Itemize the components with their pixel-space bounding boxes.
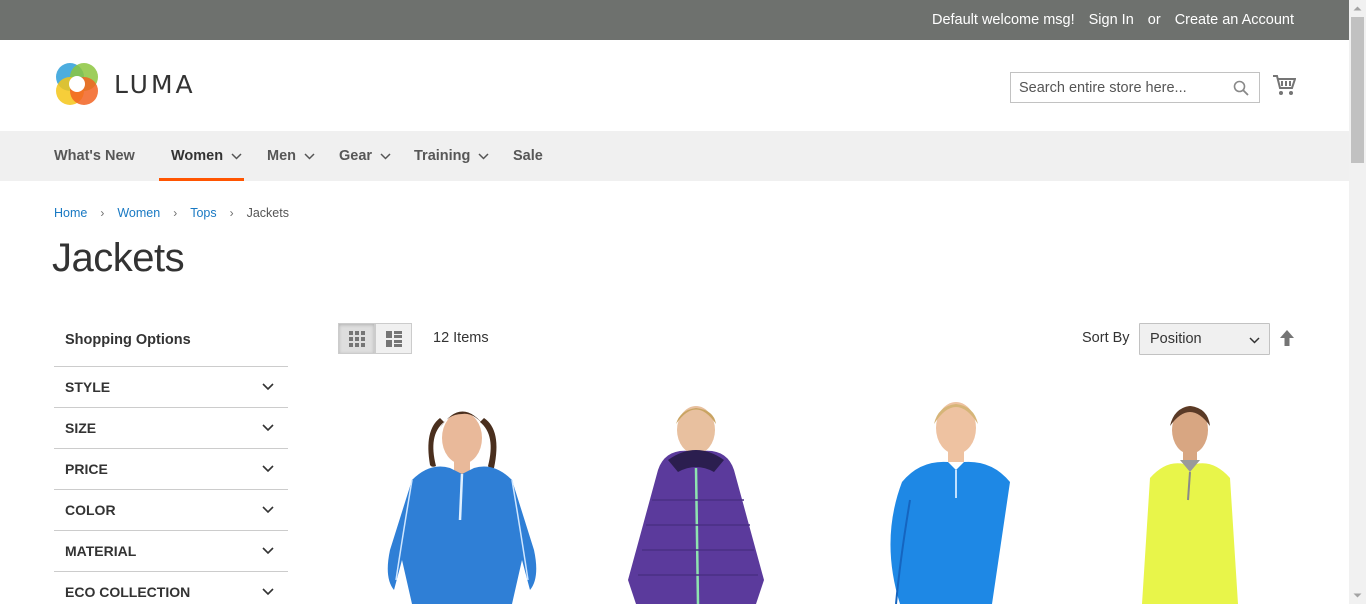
chevron-down-icon: [380, 152, 391, 160]
product-image: [840, 390, 1045, 604]
arrow-up-icon[interactable]: [1280, 330, 1294, 346]
top-bar: Default welcome msg! Sign In or Create a…: [0, 0, 1349, 40]
chevron-down-icon: [262, 424, 274, 432]
filter-label: COLOR: [65, 502, 116, 518]
breadcrumb-women[interactable]: Women: [117, 206, 160, 220]
nav-label: Gear: [339, 148, 373, 164]
nav-label: Training: [414, 148, 471, 164]
nav-item-women[interactable]: Women: [171, 131, 242, 181]
grid-icon: [348, 330, 365, 347]
item-count: 12 Items: [433, 330, 489, 346]
sort-by-label: Sort By: [1082, 330, 1130, 346]
page-title: Jackets: [52, 236, 185, 280]
chevron-down-icon: [231, 152, 242, 160]
cart-icon[interactable]: [1272, 74, 1296, 96]
chevron-down-icon: [262, 506, 274, 514]
chevron-down-icon: [262, 383, 274, 391]
chevron-right-icon: ›: [173, 206, 178, 220]
filter-size[interactable]: SIZE: [54, 407, 288, 448]
chevron-down-icon: [262, 547, 274, 555]
chevron-down-icon: [262, 588, 274, 596]
filter-material[interactable]: MATERIAL: [54, 530, 288, 571]
nav-item-training[interactable]: Training: [414, 131, 489, 181]
filter-label: SIZE: [65, 420, 97, 436]
filter-style[interactable]: STYLE: [54, 366, 288, 407]
products-toolbar: 12 Items Sort By Position: [338, 323, 1296, 355]
welcome-message: Default welcome msg!: [931, 12, 1075, 28]
scroll-down-arrow-icon[interactable]: [1349, 587, 1366, 604]
page-scrollbar[interactable]: [1349, 0, 1366, 604]
search-icon[interactable]: [1233, 80, 1249, 96]
product-item[interactable]: [352, 390, 557, 604]
product-image: [1084, 390, 1289, 604]
filter-color[interactable]: COLOR: [54, 489, 288, 530]
chevron-down-icon: [1249, 337, 1260, 344]
main-nav: What's New Women Men Gear Training Sale: [0, 131, 1349, 181]
filter-eco-collection[interactable]: ECO COLLECTION: [54, 571, 288, 604]
grid-view-button[interactable]: [338, 323, 375, 354]
sort-value: Position: [1150, 331, 1202, 347]
nav-item-gear[interactable]: Gear: [339, 131, 391, 181]
nav-label: Men: [267, 148, 296, 164]
list-icon: [385, 330, 402, 347]
or-text: or: [1147, 12, 1161, 28]
chevron-right-icon: ›: [100, 206, 105, 220]
product-item[interactable]: [596, 390, 801, 604]
breadcrumb: Home › Women › Tops › Jackets: [54, 206, 289, 220]
header: LUMA: [0, 40, 1349, 131]
product-image: [352, 390, 557, 604]
nav-item-sale[interactable]: Sale: [513, 131, 543, 181]
filter-label: ECO COLLECTION: [65, 584, 191, 600]
product-item[interactable]: [840, 390, 1045, 604]
nav-item-men[interactable]: Men: [267, 131, 315, 181]
active-nav-indicator: [159, 178, 244, 181]
search-box: [1010, 72, 1260, 103]
logo-text: LUMA: [114, 69, 196, 99]
nav-label: Women: [171, 148, 224, 164]
scroll-up-arrow-icon[interactable]: [1349, 0, 1366, 17]
filter-label: MATERIAL: [65, 543, 137, 559]
breadcrumb-home[interactable]: Home: [54, 206, 87, 220]
list-view-button[interactable]: [375, 323, 412, 354]
scrollbar-thumb[interactable]: [1351, 17, 1364, 163]
sidebar-title: Shopping Options: [65, 332, 191, 348]
chevron-down-icon: [478, 152, 489, 160]
filter-price[interactable]: PRICE: [54, 448, 288, 489]
breadcrumb-tops[interactable]: Tops: [190, 206, 216, 220]
chevron-down-icon: [262, 465, 274, 473]
nav-item-whats-new[interactable]: What's New: [54, 131, 135, 181]
luma-logo-icon: [56, 63, 98, 105]
filter-label: PRICE: [65, 461, 108, 477]
sort-by-select[interactable]: Position: [1139, 323, 1270, 355]
chevron-right-icon: ›: [229, 206, 234, 220]
shopping-options-sidebar: Shopping Options STYLE SIZE PRICE COLOR …: [54, 320, 288, 604]
filter-label: STYLE: [65, 379, 111, 395]
chevron-down-icon: [304, 152, 315, 160]
search-input[interactable]: [1011, 73, 1221, 102]
nav-label: Sale: [513, 148, 543, 164]
create-account-link[interactable]: Create an Account: [1175, 12, 1294, 28]
nav-label: What's New: [54, 148, 135, 164]
sign-in-link[interactable]: Sign In: [1089, 12, 1134, 28]
breadcrumb-current: Jackets: [246, 206, 289, 220]
logo[interactable]: LUMA: [54, 61, 196, 107]
product-image: [596, 390, 801, 604]
product-item[interactable]: [1084, 390, 1289, 604]
header-links: Default welcome msg! Sign In or Create a…: [918, 0, 1294, 40]
